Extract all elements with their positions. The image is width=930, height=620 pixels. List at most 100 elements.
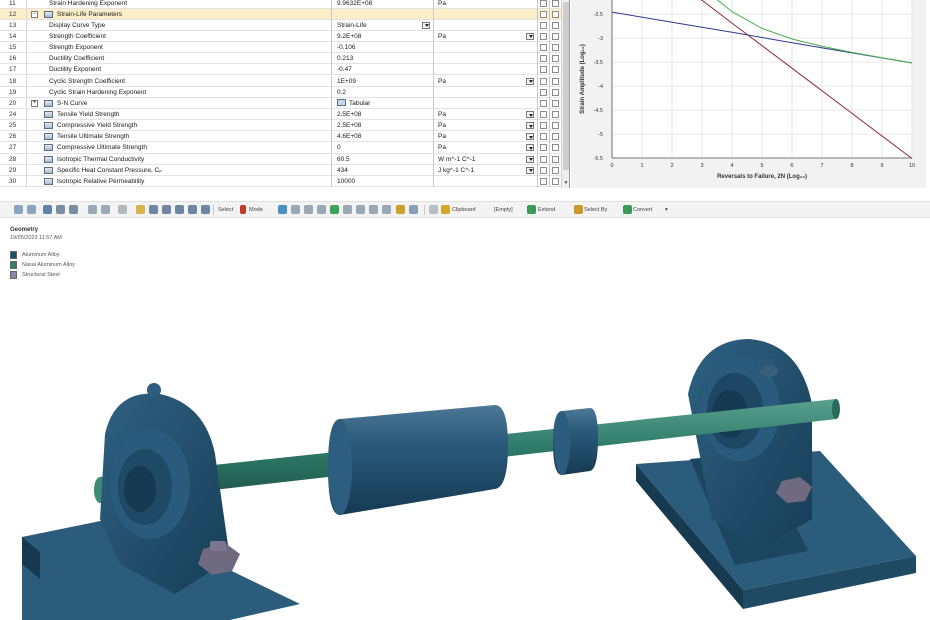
property-row[interactable]: 13 Display Curve Type Strain-Life bbox=[0, 19, 561, 31]
property-name-cell[interactable]: Cyclic Strain Hardening Exponent bbox=[26, 86, 331, 98]
view-pan-icon[interactable] bbox=[56, 205, 65, 214]
property-name-cell[interactable]: Isotropic Relative Permeability bbox=[26, 175, 331, 187]
mode-dropdown[interactable]: Mode bbox=[249, 204, 263, 216]
enable-checkbox[interactable] bbox=[552, 155, 559, 163]
property-row[interactable]: 26 Tensile Ultimate Strength 4.6E+08 Pa bbox=[0, 131, 561, 143]
chevron-down-icon[interactable] bbox=[526, 111, 534, 118]
property-row[interactable]: 27 Compressive Ultimate Strength 0 Pa bbox=[0, 142, 561, 154]
expand-icon[interactable]: + bbox=[31, 99, 38, 107]
property-value-field[interactable]: 0 bbox=[331, 142, 433, 154]
property-row[interactable]: 16 Ductility Coefficient 0.213 bbox=[0, 53, 561, 65]
unit-select[interactable]: Pa bbox=[433, 30, 537, 42]
unit-select[interactable] bbox=[433, 42, 537, 54]
properties-scrollbar[interactable]: ▼ bbox=[561, 0, 569, 188]
property-name-cell[interactable]: Compressive Yield Strength bbox=[26, 120, 331, 132]
enable-checkbox[interactable] bbox=[552, 0, 559, 7]
property-value-field[interactable]: 2.5E+08 bbox=[331, 109, 433, 120]
annotation-icon[interactable] bbox=[409, 205, 418, 214]
chevron-down-icon[interactable] bbox=[526, 166, 534, 174]
chevron-down-icon[interactable] bbox=[526, 155, 534, 163]
view-orient-icon[interactable] bbox=[69, 205, 78, 214]
property-row[interactable]: 30 Isotropic Relative Permeability 10000 bbox=[0, 175, 561, 187]
parameterize-checkbox[interactable] bbox=[540, 21, 547, 29]
select-face-icon[interactable] bbox=[291, 205, 300, 214]
property-value-field[interactable]: 1E+09 bbox=[331, 75, 433, 87]
zoom-fit-icon[interactable] bbox=[14, 205, 23, 214]
chevron-down-icon[interactable] bbox=[526, 144, 534, 152]
property-name-cell[interactable]: Strength Coefficient bbox=[26, 30, 331, 42]
property-row[interactable]: 18 Cyclic Strength Coefficient 1E+09 Pa bbox=[0, 75, 561, 87]
section-plane-icon[interactable] bbox=[429, 205, 438, 214]
property-name-cell[interactable]: Cyclic Strength Coefficient bbox=[26, 75, 331, 87]
property-name-cell[interactable]: Strength Exponent bbox=[26, 42, 331, 54]
unit-select[interactable]: Pa bbox=[433, 75, 537, 87]
property-name-cell[interactable]: Tensile Yield Strength bbox=[26, 109, 331, 120]
zoom-in-icon[interactable] bbox=[118, 205, 127, 214]
property-value-field[interactable]: 0.2 bbox=[331, 86, 433, 98]
parameterize-checkbox[interactable] bbox=[540, 111, 547, 118]
select-button[interactable]: Select bbox=[218, 204, 233, 216]
property-name-cell[interactable]: Strain Hardening Exponent bbox=[26, 0, 331, 9]
unit-select[interactable] bbox=[433, 53, 537, 65]
parameterize-checkbox[interactable] bbox=[540, 10, 547, 18]
parameterize-checkbox[interactable] bbox=[540, 88, 547, 96]
property-value-field[interactable]: 0.213 bbox=[331, 53, 433, 65]
select-vertex-icon[interactable] bbox=[317, 205, 326, 214]
chevron-down-icon[interactable] bbox=[526, 32, 534, 40]
select-edge-icon[interactable] bbox=[304, 205, 313, 214]
unit-select[interactable]: J kg^-1 C^-1 bbox=[433, 164, 537, 176]
property-row[interactable]: 15 Strength Exponent -0.106 bbox=[0, 42, 561, 54]
property-row[interactable]: 19 Cyclic Strain Hardening Exponent 0.2 bbox=[0, 86, 561, 98]
unit-select[interactable] bbox=[433, 8, 537, 20]
enable-checkbox[interactable] bbox=[552, 55, 559, 63]
select-mesh-icon[interactable] bbox=[356, 205, 365, 214]
enable-checkbox[interactable] bbox=[552, 21, 559, 29]
property-name-cell[interactable]: Compressive Ultimate Strength bbox=[26, 142, 331, 154]
select-by-dropdown[interactable]: Select By bbox=[584, 204, 607, 216]
property-name-cell[interactable]: Specific Heat Constant Pressure, Cₚ bbox=[26, 164, 331, 176]
unit-select[interactable]: Pa bbox=[433, 131, 537, 143]
property-value-field[interactable]: -0.106 bbox=[331, 42, 433, 54]
enable-checkbox[interactable] bbox=[552, 32, 559, 40]
property-value-field[interactable]: Tabular bbox=[331, 97, 433, 109]
property-row[interactable]: 11 Strain Hardening Exponent 9.9632E+08 Pa bbox=[0, 0, 561, 9]
magnify-icon[interactable] bbox=[149, 205, 158, 214]
pillow-block-shaft-model[interactable] bbox=[0, 219, 930, 620]
property-row[interactable]: 17 Ductility Exponent -0.47 bbox=[0, 64, 561, 76]
enable-checkbox[interactable] bbox=[552, 144, 559, 152]
zoom-out-icon[interactable] bbox=[162, 205, 171, 214]
unit-select[interactable] bbox=[433, 64, 537, 76]
collapse-icon[interactable]: − bbox=[31, 10, 38, 18]
parameterize-checkbox[interactable] bbox=[540, 99, 547, 107]
select-group-icon[interactable] bbox=[369, 205, 378, 214]
chevron-down-icon[interactable] bbox=[526, 77, 534, 85]
parameterize-checkbox[interactable] bbox=[540, 177, 547, 185]
property-name-cell[interactable]: Ductility Exponent bbox=[26, 64, 331, 76]
property-value-field[interactable]: Strain-Life bbox=[331, 19, 433, 31]
property-row[interactable]: 20 + S-N Curve Tabular bbox=[0, 97, 561, 109]
property-value-field[interactable]: 2.5E+08 bbox=[331, 120, 433, 132]
parameterize-checkbox[interactable] bbox=[540, 155, 547, 163]
property-name-cell[interactable]: Display Curve Type bbox=[26, 19, 331, 31]
extend-dropdown[interactable]: Extend bbox=[538, 204, 555, 216]
unit-select[interactable]: Pa bbox=[433, 109, 537, 120]
select-node-icon[interactable] bbox=[330, 205, 339, 214]
property-name-cell[interactable]: + S-N Curve bbox=[26, 97, 331, 109]
enable-checkbox[interactable] bbox=[552, 133, 559, 141]
chevron-down-icon[interactable] bbox=[526, 122, 534, 130]
property-row[interactable]: 28 Isotropic Thermal Conductivity 60.5 W m^… bbox=[0, 153, 561, 165]
coupling-cylinder[interactable] bbox=[328, 405, 508, 515]
chevron-down-icon[interactable] bbox=[422, 21, 430, 29]
unit-select[interactable] bbox=[433, 175, 537, 187]
select-body-icon[interactable] bbox=[278, 205, 287, 214]
shaft-collar[interactable] bbox=[553, 408, 598, 475]
view-rotate-icon[interactable] bbox=[43, 205, 52, 214]
zoom-box-icon[interactable] bbox=[27, 205, 36, 214]
parameterize-checkbox[interactable] bbox=[540, 133, 547, 141]
property-row[interactable]: 29 Specific Heat Constant Pressure, Cₚ 434… bbox=[0, 164, 561, 176]
parameterize-checkbox[interactable] bbox=[540, 122, 547, 130]
parameterize-checkbox[interactable] bbox=[540, 44, 547, 52]
property-value-field[interactable]: 60.5 bbox=[331, 153, 433, 165]
enable-checkbox[interactable] bbox=[552, 77, 559, 85]
property-value-field[interactable]: 434 bbox=[331, 164, 433, 176]
